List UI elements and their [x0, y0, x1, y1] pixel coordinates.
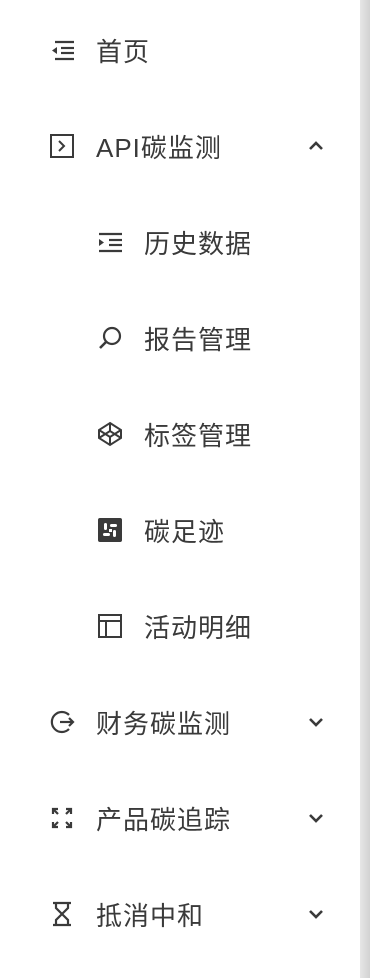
sidebar-item-label: API碳监测	[96, 132, 222, 163]
sidebar-subitem-carbon-footprint[interactable]: 碳足迹	[0, 482, 360, 578]
sidebar-subitem-report-management[interactable]: 报告管理	[0, 290, 360, 386]
codepen-icon	[96, 420, 124, 448]
logout-circle-icon	[48, 708, 76, 736]
sidebar-item-label: 活动明细	[144, 612, 253, 643]
sidebar-item-label: 首页	[96, 36, 151, 67]
sidebar-item-label: 财务碳监测	[96, 708, 232, 739]
sidebar-item-product-carbon-tracking[interactable]: 产品碳追踪	[0, 770, 360, 866]
sidebar-item-api-carbon-monitoring[interactable]: API碳监测	[0, 98, 360, 194]
sidebar-subitem-history-data[interactable]: 历史数据	[0, 194, 360, 290]
fullscreen-icon	[48, 804, 76, 832]
sidebar-item-label: 标签管理	[144, 420, 253, 451]
sidebar-item-label: 历史数据	[144, 228, 253, 259]
indent-list-icon	[48, 36, 76, 64]
search-icon	[96, 324, 124, 352]
hourglass-icon	[48, 900, 76, 928]
chevron-down-icon	[306, 712, 326, 732]
sidebar-menu: 首页 API碳监测 历史数据 报告管理 标签管理 碳足迹 活动明细 财务碳监测 …	[0, 0, 370, 978]
sidebar-item-finance-carbon-monitoring[interactable]: 财务碳监测	[0, 674, 360, 770]
slack-icon	[96, 516, 124, 544]
sidebar-item-label: 产品碳追踪	[96, 804, 232, 835]
chevron-down-icon	[306, 808, 326, 828]
chevron-up-icon	[306, 136, 326, 156]
indent-list-icon	[96, 228, 124, 256]
sidebar-item-offset-neutralization[interactable]: 抵消中和	[0, 866, 360, 962]
chevron-down-icon	[306, 904, 326, 924]
sidebar-item-label: 抵消中和	[96, 900, 205, 931]
sidebar-item-home[interactable]: 首页	[0, 2, 360, 98]
terminal-box-icon	[48, 132, 76, 160]
sidebar-divider	[360, 0, 370, 978]
sidebar-item-label: 碳足迹	[144, 516, 226, 547]
sidebar-subitem-activity-details[interactable]: 活动明细	[0, 578, 360, 674]
sidebar-subitem-tag-management[interactable]: 标签管理	[0, 386, 360, 482]
sidebar-item-label: 报告管理	[144, 324, 253, 355]
layout-panel-icon	[96, 612, 124, 640]
